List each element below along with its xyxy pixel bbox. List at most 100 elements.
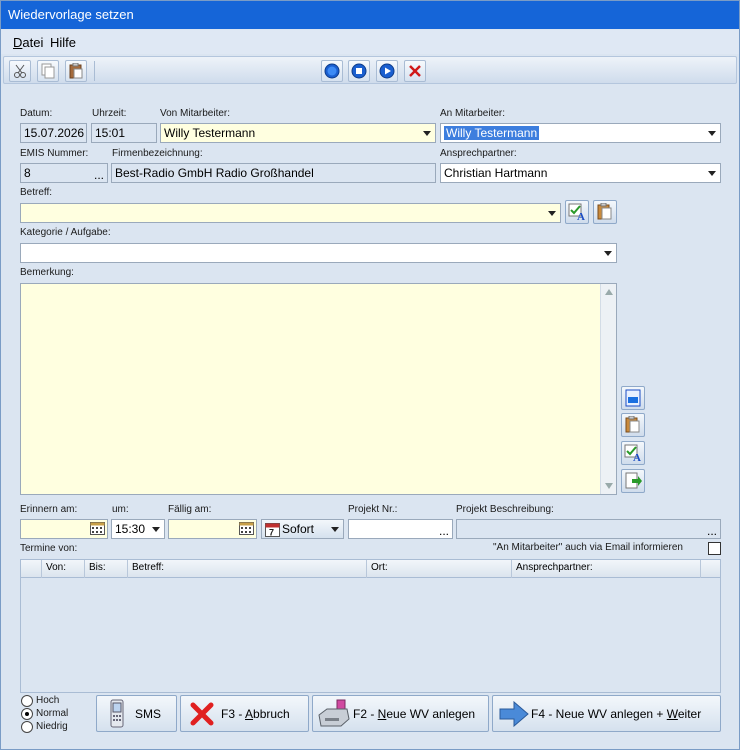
emis-nummer-field[interactable]: 8... xyxy=(20,163,108,183)
neue-wv-label-key: F2 - xyxy=(353,706,378,721)
record-button[interactable] xyxy=(321,60,343,82)
faellig-am-label: Fällig am: xyxy=(168,504,212,515)
projekt-beschreibung-lookup-button[interactable]: ... xyxy=(707,525,717,537)
termine-grid[interactable]: Von: Bis: Betreff: Ort: Ansprechpartner: xyxy=(20,559,721,693)
menu-datei[interactable]: Datei xyxy=(13,35,43,50)
column-betreff[interactable]: Betreff: xyxy=(132,562,164,577)
von-mitarbeiter-label: Von Mitarbeiter: xyxy=(160,108,231,119)
priority-normal-label: Normal xyxy=(36,708,69,719)
export-icon xyxy=(625,472,642,489)
chevron-down-icon[interactable] xyxy=(703,164,720,182)
delete-button[interactable] xyxy=(404,60,426,82)
betreff-spellcheck-button[interactable]: A xyxy=(565,200,589,224)
calendar-7-icon: 7 xyxy=(265,523,280,538)
bemerkung-scrollbar[interactable] xyxy=(600,284,616,494)
datum-label: Datum: xyxy=(20,108,53,119)
scroll-up-icon[interactable] xyxy=(605,289,613,295)
calendar-icon[interactable] xyxy=(239,522,254,535)
chevron-down-icon[interactable] xyxy=(599,244,616,262)
email-info-checkbox[interactable] xyxy=(708,542,721,555)
bemerkung-template-button[interactable] xyxy=(621,386,645,410)
erinnern-am-field[interactable] xyxy=(20,519,108,539)
termine-von-label: Termine von: xyxy=(20,543,78,554)
menu-datei-label: Datei xyxy=(13,35,44,50)
arrow-right-icon xyxy=(499,700,529,727)
neue-wv-button[interactable]: F2 - Neue WV anlegen xyxy=(312,695,489,732)
svg-text:A: A xyxy=(633,452,641,462)
uhrzeit-field[interactable]: 15:01 xyxy=(91,123,157,143)
abbruch-button[interactable]: F3 - Abbruch xyxy=(180,695,309,732)
toolbar-separator xyxy=(94,61,95,81)
abbruch-label: F3 - Abbruch xyxy=(221,707,290,721)
stop-button[interactable] xyxy=(348,60,370,82)
svg-text:7: 7 xyxy=(269,528,274,538)
column-von[interactable]: Von: xyxy=(46,562,66,577)
betreff-label: Betreff: xyxy=(20,187,53,198)
emis-lookup-button[interactable]: ... xyxy=(94,169,104,181)
stop-icon xyxy=(351,63,367,79)
column-bis[interactable]: Bis: xyxy=(89,562,106,577)
emis-nummer-label: EMIS Nummer: xyxy=(20,148,89,159)
projekt-beschreibung-field[interactable]: ... xyxy=(456,519,721,539)
bemerkung-export-button[interactable] xyxy=(621,469,645,493)
projekt-nr-field[interactable]: ... xyxy=(348,519,453,539)
cut-button[interactable] xyxy=(9,60,31,82)
chevron-down-icon[interactable] xyxy=(326,520,343,538)
um-select[interactable]: 15:30 xyxy=(111,519,165,539)
toolbar xyxy=(3,56,737,84)
copy-icon xyxy=(41,63,55,79)
menu-bar: Datei Hilfe xyxy=(1,30,739,54)
scroll-down-icon[interactable] xyxy=(605,483,613,489)
von-mitarbeiter-select[interactable]: Willy Testermann xyxy=(160,123,436,143)
sms-button[interactable]: SMS xyxy=(96,695,177,732)
sms-label: SMS xyxy=(135,706,162,721)
priority-hoch-radio[interactable] xyxy=(21,695,33,707)
chevron-down-icon[interactable] xyxy=(418,124,435,142)
cancel-x-icon xyxy=(190,702,214,725)
bemerkung-label: Bemerkung: xyxy=(20,267,74,278)
column-ansprechpartner[interactable]: Ansprechpartner: xyxy=(516,562,593,577)
play-button[interactable] xyxy=(376,60,398,82)
clipboard-icon xyxy=(625,416,640,433)
scissors-icon xyxy=(14,64,26,78)
spellcheck-icon: A xyxy=(624,444,641,462)
bemerkung-textarea[interactable] xyxy=(20,283,617,495)
kategorie-label: Kategorie / Aufgabe: xyxy=(20,227,111,238)
chevron-down-icon[interactable] xyxy=(147,520,164,538)
betreff-select[interactable] xyxy=(20,203,561,223)
ansprechpartner-label: Ansprechpartner: xyxy=(440,148,517,159)
neue-wv-label-rest: eue WV anlegen xyxy=(386,706,476,721)
paste-button[interactable] xyxy=(65,60,87,82)
datum-field[interactable]: 15.07.2026 xyxy=(20,123,87,143)
menu-hilfe[interactable]: Hilfe xyxy=(50,35,76,50)
email-info-label: "An Mitarbeiter" auch via Email informie… xyxy=(493,542,683,553)
abbruch-label-rest: bbruch xyxy=(253,706,290,721)
projekt-nr-lookup-button[interactable]: ... xyxy=(439,525,449,537)
um-value: 15:30 xyxy=(115,522,146,536)
chevron-down-icon[interactable] xyxy=(543,204,560,222)
sofort-select[interactable]: 7 Sofort xyxy=(261,519,344,539)
priority-hoch-label: Hoch xyxy=(36,695,60,706)
printer-icon xyxy=(318,699,350,726)
bemerkung-spellcheck-button[interactable]: A xyxy=(621,441,645,465)
ansprechpartner-value: Christian Hartmann xyxy=(444,166,548,180)
neue-wv-weiter-button[interactable]: F4 - Neue WV anlegen + Weiter xyxy=(492,695,721,732)
chevron-down-icon[interactable] xyxy=(703,124,720,142)
bemerkung-clipboard-button[interactable] xyxy=(621,413,645,437)
neue-wv-label: F2 - Neue WV anlegen xyxy=(353,707,475,721)
calendar-icon[interactable] xyxy=(90,522,105,535)
column-divider xyxy=(366,560,367,578)
priority-normal-radio[interactable] xyxy=(21,708,33,720)
column-divider xyxy=(41,560,42,578)
an-mitarbeiter-select[interactable]: Willy Testermann xyxy=(440,123,721,143)
betreff-clipboard-button[interactable] xyxy=(593,200,617,224)
column-ort[interactable]: Ort: xyxy=(371,562,388,577)
title-bar: Wiedervorlage setzen xyxy=(1,1,739,29)
faellig-am-field[interactable] xyxy=(168,519,257,539)
termine-grid-header: Von: Bis: Betreff: Ort: Ansprechpartner: xyxy=(21,560,720,578)
priority-niedrig-label: Niedrig xyxy=(36,721,68,732)
priority-niedrig-radio[interactable] xyxy=(21,721,33,733)
kategorie-select[interactable] xyxy=(20,243,617,263)
ansprechpartner-select[interactable]: Christian Hartmann xyxy=(440,163,721,183)
copy-button[interactable] xyxy=(37,60,59,82)
